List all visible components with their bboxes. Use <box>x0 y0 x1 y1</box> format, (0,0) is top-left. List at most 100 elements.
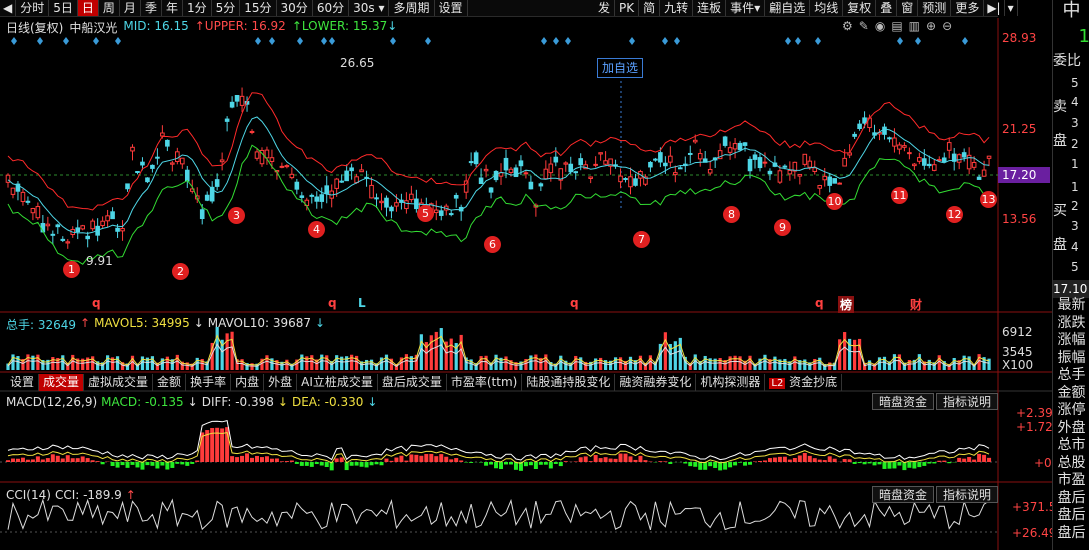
candle-body <box>887 137 892 140</box>
candle-body <box>941 157 947 163</box>
marker-rank[interactable]: 榜 <box>838 296 855 313</box>
price-axis-bottom: 13.56 <box>1002 212 1037 226</box>
tab-turnover[interactable]: 换手率 <box>186 374 232 391</box>
candle-body <box>224 118 230 122</box>
candle-body <box>548 163 554 174</box>
tab-margin[interactable]: 融资融券变化 <box>615 374 697 391</box>
event-marker-10[interactable]: 10 <box>826 193 843 210</box>
sidebar-menu-item[interactable]: 振幅 <box>1053 349 1089 367</box>
sidebar-menu-item[interactable]: 总股 <box>1053 454 1089 472</box>
volume-bar <box>36 354 40 370</box>
candle-body <box>503 157 509 171</box>
marker-q-4[interactable]: q <box>815 296 824 310</box>
macd-bar <box>663 461 668 462</box>
tab-settings[interactable]: 设置 <box>6 374 40 391</box>
sidebar-menu-item[interactable]: 盘后 <box>1053 489 1089 507</box>
candle-body <box>279 165 285 168</box>
volume-bar <box>51 357 55 370</box>
tab-ai-volume[interactable]: AI立桩成交量 <box>297 374 378 391</box>
macd-bar <box>424 454 429 462</box>
macd-bar <box>683 462 688 464</box>
sidebar-menu-item[interactable]: 外盘 <box>1053 419 1089 437</box>
event-marker-12[interactable]: 12 <box>946 206 963 223</box>
candle-body <box>409 193 414 201</box>
volume-bar <box>703 355 707 370</box>
candle-body <box>140 161 145 166</box>
tab-virtual-volume[interactable]: 虚拟成交量 <box>84 374 154 391</box>
indicator-help-button[interactable]: 指标说明 <box>936 486 999 503</box>
event-marker-5[interactable]: 5 <box>417 205 434 222</box>
sidebar-menu-item[interactable]: 盘后 <box>1053 506 1089 524</box>
sidebar-menu-item[interactable]: 总手 <box>1053 366 1089 384</box>
macd-bar <box>180 462 185 465</box>
event-marker-6[interactable]: 6 <box>484 236 501 253</box>
tab-northbound[interactable]: 陆股通持股变化 <box>522 374 616 391</box>
sidebar-menu-item[interactable]: 最新 <box>1053 296 1089 314</box>
macd-bar <box>339 457 344 462</box>
marker-finance[interactable]: 财 <box>910 296 922 313</box>
sidebar-menu-item[interactable]: 涨跌 <box>1053 314 1089 332</box>
event-marker-8[interactable]: 8 <box>723 206 740 223</box>
candle-body <box>324 185 330 194</box>
sidebar-menu-item[interactable]: 涨停 <box>1053 401 1089 419</box>
signal-diamond <box>11 37 17 45</box>
candle-body <box>518 160 524 167</box>
macd-bar <box>588 461 593 462</box>
macd-bar <box>738 462 743 463</box>
marker-q-2[interactable]: q <box>328 296 337 310</box>
event-marker-1[interactable]: 1 <box>63 261 80 278</box>
tab-pe-ttm[interactable]: 市盈率(ttm) <box>447 374 523 391</box>
event-marker-7[interactable]: 7 <box>633 231 650 248</box>
macd-bar <box>558 462 563 467</box>
tab-bottom-fishing[interactable]: L2 资金抄底 <box>765 374 843 391</box>
volume-bar <box>773 356 777 370</box>
marker-l[interactable]: L <box>358 296 366 310</box>
volume-bar <box>165 356 169 370</box>
sidebar-menu-item[interactable]: 市盈 <box>1053 471 1089 489</box>
volume-bar <box>504 356 508 370</box>
macd-bar <box>907 462 912 468</box>
event-marker-4[interactable]: 4 <box>308 221 325 238</box>
macd-bar <box>743 462 748 466</box>
tab-institution[interactable]: 机构探测器 <box>696 374 766 391</box>
sidebar-menu-item[interactable]: 涨幅 <box>1053 331 1089 349</box>
add-watchlist-tooltip[interactable]: 加自选 <box>597 58 644 78</box>
sidebar-menu-item[interactable]: 盘后 <box>1053 524 1089 542</box>
indicator-help-button[interactable]: 指标说明 <box>936 393 999 410</box>
marker-q-3[interactable]: q <box>570 296 579 310</box>
macd-bar <box>698 462 703 470</box>
candle-body <box>852 133 857 137</box>
sidebar-menu-item[interactable]: 金额 <box>1053 384 1089 402</box>
volume-bar <box>439 328 443 370</box>
mavol5-line <box>7 334 990 366</box>
event-marker-13[interactable]: 13 <box>980 191 997 208</box>
volume-bar <box>628 356 633 370</box>
tab-volume[interactable]: 成交量 <box>39 374 85 391</box>
volume-bar <box>350 354 354 370</box>
candle-body <box>971 161 977 168</box>
macd-bar <box>125 462 130 468</box>
macd-bar <box>454 458 459 462</box>
volume-bar <box>803 359 807 370</box>
candle-body <box>633 178 638 186</box>
dark-pool-button[interactable]: 暗盘资金 <box>872 486 935 503</box>
candle-body <box>628 176 633 188</box>
tab-outer[interactable]: 外盘 <box>264 374 298 391</box>
tab-after-hours[interactable]: 盘后成交量 <box>378 374 447 391</box>
event-marker-3[interactable]: 3 <box>228 207 245 224</box>
event-marker-2[interactable]: 2 <box>172 263 189 280</box>
candle-body <box>155 156 160 159</box>
event-marker-11[interactable]: 11 <box>891 187 908 204</box>
kline-chart[interactable] <box>0 0 1052 550</box>
candle-body <box>981 169 987 177</box>
macd-bar <box>55 455 60 462</box>
macd-bar <box>240 455 245 462</box>
event-marker-9[interactable]: 9 <box>774 219 791 236</box>
dark-pool-button[interactable]: 暗盘资金 <box>872 393 935 410</box>
tab-inner[interactable]: 内盘 <box>231 374 265 391</box>
sidebar-menu-item[interactable]: 总市 <box>1053 436 1089 454</box>
candle-body <box>678 167 683 170</box>
marker-q-1[interactable]: q <box>92 296 101 310</box>
candle-body <box>817 184 823 189</box>
tab-amount[interactable]: 金额 <box>153 374 187 391</box>
